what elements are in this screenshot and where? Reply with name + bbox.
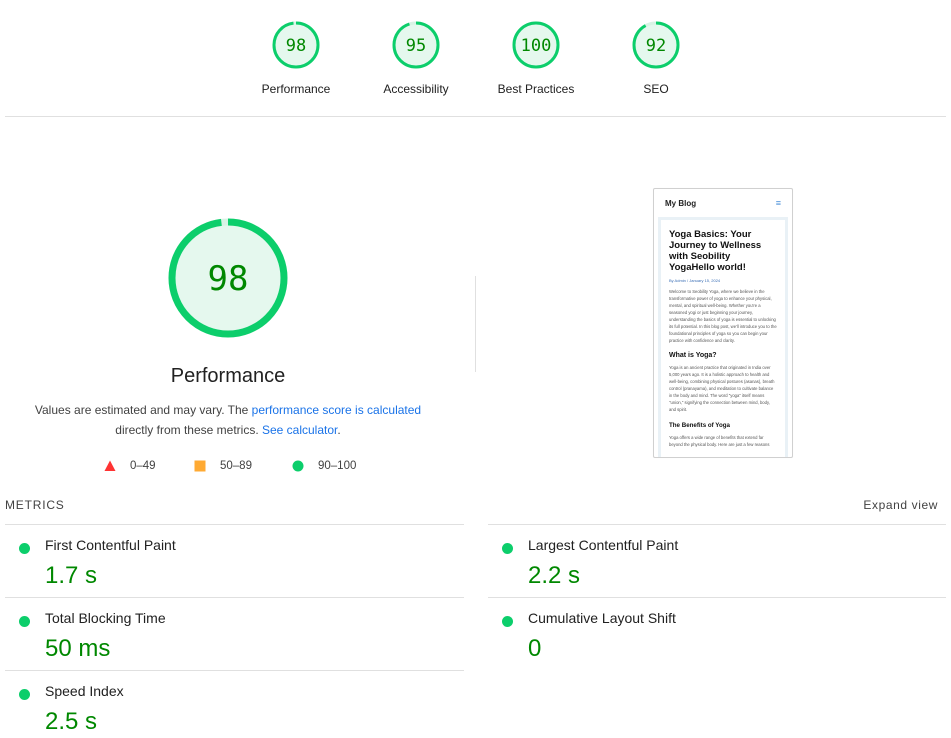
performance-description: Values are estimated and may vary. The p… [20,400,436,440]
performance-score-link[interactable]: performance score is calculated [252,403,421,417]
gauge-label: Accessibility [383,82,449,96]
see-calculator-link[interactable]: See calculator [262,423,337,437]
metric-speed-index: Speed Index 2.5 s [5,676,464,738]
metric-total-blocking-time: Total Blocking Time 50 ms [5,603,464,669]
metric-name: Cumulative Layout Shift [528,610,676,626]
thumbnail-site-title: My Blog [665,198,697,208]
header-divider [5,116,946,117]
triangle-icon [104,460,116,471]
pass-circle-icon [19,616,30,627]
description-text: directly from these metrics. [115,423,262,437]
thumbnail-paragraph: Welcome to Seobility Yoga, where we beli… [669,289,777,343]
performance-score: 98 [208,259,249,299]
description-text: Values are estimated and may vary. The [34,403,252,417]
seo-gauge-icon: 92 [632,21,680,69]
legend-range: 50–89 [220,460,252,472]
expand-view-button[interactable]: Expand view [863,498,938,512]
gauge-score: 92 [646,36,666,56]
legend-average: 50–89 [194,460,252,472]
pass-circle-icon [502,543,513,554]
category-gauges: 98 Performance 95 Accessibility 100 Best… [0,0,951,116]
accessibility-gauge-icon: 95 [392,21,440,69]
pass-circle-icon [502,616,513,627]
square-icon [194,460,206,472]
description-text: . [337,423,341,437]
metric-cumulative-layout-shift: Cumulative Layout Shift 0 [488,603,946,669]
hamburger-icon: ≡ [775,198,781,208]
thumbnail-site-header: My Blog ≡ [654,189,792,217]
metric-largest-contentful-paint: Largest Contentful Paint 2.2 s [488,530,946,596]
performance-main-gauge: 98 [167,217,289,344]
gauge-score: 95 [406,36,426,56]
pass-circle-icon [19,689,30,700]
metric-value: 2.5 s [45,708,98,735]
gauge-score: 100 [521,36,552,56]
gauge-best-practices[interactable]: 100 Best Practices [476,20,596,96]
metric-first-contentful-paint: First Contentful Paint 1.7 s [5,530,464,596]
metrics-divider [5,670,464,671]
gauge-seo[interactable]: 92 SEO [596,20,716,96]
thumbnail-headline: Yoga Basics: Your Journey to Wellness wi… [669,229,762,273]
thumbnail-paragraph: Yoga is an ancient practice that origina… [669,365,775,412]
metric-value: 2.2 s [528,562,581,589]
gauge-accessibility[interactable]: 95 Accessibility [356,20,476,96]
legend-fail: 0–49 [104,460,156,472]
thumbnail-meta: By Admin / January 15, 2024 [669,278,721,283]
gauge-label: SEO [643,82,669,96]
performance-title: Performance [170,365,286,387]
legend-range: 90–100 [318,460,357,472]
legend-pass: 90–100 [292,460,356,472]
thumbnail-subheading: The Benefits of Yoga [669,422,730,429]
final-screenshot-thumbnail[interactable]: My Blog ≡ Yoga Basics: Your Journey to W… [653,188,793,458]
metric-value: 0 [528,635,542,662]
metrics-heading: METRICS [5,498,65,512]
pass-circle-icon [19,543,30,554]
thumbnail-body: Yoga Basics: Your Journey to Wellness wi… [658,217,788,457]
gauge-label: Best Practices [497,82,575,96]
performance-large-gauge-icon: 98 [168,218,288,338]
gauge-performance[interactable]: 98 Performance [236,20,356,96]
metric-value: 50 ms [45,635,111,662]
best-practices-gauge-icon: 100 [512,21,560,69]
performance-gauge-icon: 98 [272,21,320,69]
vertical-divider [475,276,476,372]
legend-range: 0–49 [130,460,156,472]
gauge-score: 98 [286,36,306,56]
metrics-divider [5,597,464,598]
metric-value: 1.7 s [45,562,98,589]
metric-name: First Contentful Paint [45,537,176,553]
metrics-divider [488,597,946,598]
thumbnail-heading: What is Yoga? [669,352,717,359]
metric-name: Largest Contentful Paint [528,537,679,553]
metrics-divider [488,524,946,525]
thumbnail-paragraph: Yoga offers a wide range of benefits tha… [669,435,770,447]
thumbnail-article: Yoga Basics: Your Journey to Wellness wi… [661,220,785,457]
metric-name: Speed Index [45,683,124,699]
gauge-label: Performance [261,82,331,96]
circle-icon [292,460,304,472]
metrics-divider [5,524,464,525]
metric-name: Total Blocking Time [45,610,166,626]
